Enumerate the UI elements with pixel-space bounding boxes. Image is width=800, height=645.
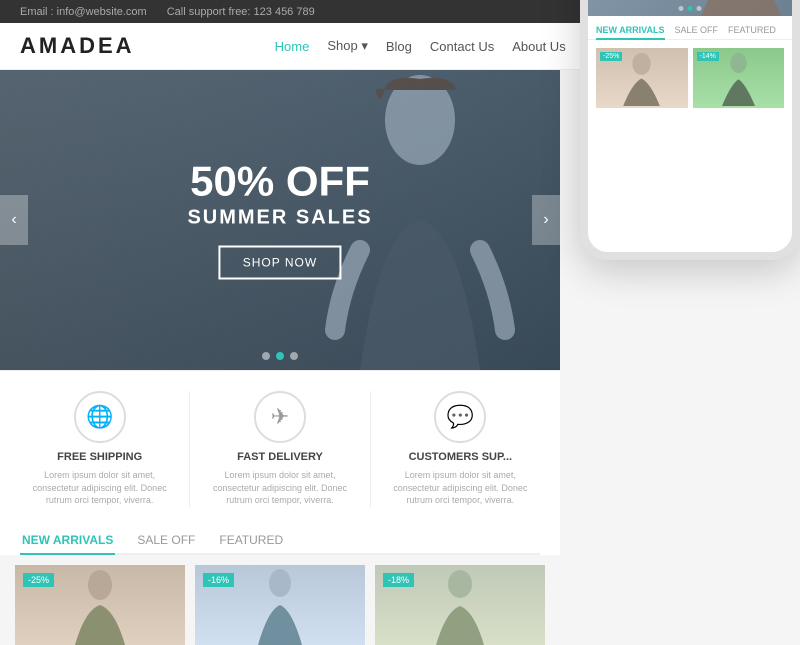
phone-tab-featured[interactable]: FEATURED — [728, 22, 776, 40]
feature-support: 💬 CUSTOMERS SUP... Lorem ipsum dolor sit… — [371, 391, 550, 507]
product-card-3[interactable]: -18% — [375, 565, 545, 645]
phone-product-badge-2: -14% — [697, 52, 719, 61]
phone-hero-dot-3[interactable] — [697, 6, 702, 11]
shipping-icon: 🌐 — [74, 391, 126, 443]
hero-discount: 50% OFF — [187, 161, 372, 203]
phone-figure-2 — [711, 51, 766, 106]
hero-subtitle: SUMMER SALES — [187, 207, 372, 230]
hero-dots — [262, 352, 298, 360]
product-tabs: NEW ARRIVALS SALE OFF FEATURED — [20, 527, 540, 555]
delivery-icon: ✈ — [254, 391, 306, 443]
phone-figure-1 — [614, 51, 669, 106]
tab-featured[interactable]: FEATURED — [217, 527, 285, 555]
hero-shop-now-button[interactable]: SHOP NOW — [219, 246, 341, 280]
nav-contact[interactable]: Contact Us — [430, 39, 494, 54]
tab-sale-off[interactable]: SALE OFF — [135, 527, 197, 555]
site-logo: AMADEA — [20, 33, 135, 59]
product-figure-2 — [240, 565, 320, 645]
product-badge-1: -25% — [23, 573, 54, 587]
product-card-1[interactable]: -25% — [15, 565, 185, 645]
nav-blog[interactable]: Blog — [386, 39, 412, 54]
feature-delivery-title: FAST DELIVERY — [200, 451, 359, 463]
product-grid: -25% -16% -18% — [0, 555, 560, 645]
main-nav: Home Shop ▾ Blog Contact Us About Us — [275, 38, 566, 54]
phone-product-tabs: NEW ARRIVALS SALE OFF FEATURED — [588, 16, 792, 40]
phone-product-2[interactable]: -14% — [693, 48, 785, 108]
support-icon: 💬 — [434, 391, 486, 443]
phone-hero: - 50% CLEARANCE SALES MAN'S COLLECTION H… — [588, 0, 792, 16]
hero-dot-3[interactable] — [290, 352, 298, 360]
feature-shipping: 🌐 FREE SHIPPING Lorem ipsum dolor sit am… — [10, 391, 190, 507]
hero-content: 50% OFF SUMMER SALES SHOP NOW — [187, 161, 372, 280]
hero-dot-1[interactable] — [262, 352, 270, 360]
hero-dot-2[interactable] — [276, 352, 284, 360]
phone-hero-dot-2[interactable] — [688, 6, 693, 11]
product-badge-2: -16% — [203, 573, 234, 587]
features-section: 🌐 FREE SHIPPING Lorem ipsum dolor sit am… — [0, 370, 560, 517]
phone-info: Call support free: 123 456 789 — [167, 6, 315, 18]
phone-hero-image — [690, 0, 792, 16]
product-badge-3: -18% — [383, 573, 414, 587]
phone-tab-sale-off[interactable]: SALE OFF — [675, 22, 719, 40]
chevron-down-icon: ▾ — [361, 38, 368, 53]
hero-prev-button[interactable]: ‹ — [0, 195, 28, 245]
feature-support-desc: Lorem ipsum dolor sit amet, consectetur … — [381, 469, 540, 507]
feature-support-title: CUSTOMERS SUP... — [381, 451, 540, 463]
product-figure-1 — [60, 565, 140, 645]
product-figure-3 — [420, 565, 500, 645]
phone-mockup: 🛒 My Checkout 👤 My Account ☰ AMADEA 🛍 0 … — [580, 0, 800, 260]
email-info: Email : info@website.com — [20, 6, 147, 18]
product-tabs-section: NEW ARRIVALS SALE OFF FEATURED — [0, 517, 560, 555]
phone-product-grid: -25% -14% — [588, 40, 792, 116]
feature-delivery-desc: Lorem ipsum dolor sit amet, consectetur … — [200, 469, 359, 507]
phone-hero-dot-1[interactable] — [679, 6, 684, 11]
product-card-2[interactable]: -16% — [195, 565, 365, 645]
phone-hero-dots — [679, 6, 702, 11]
nav-home[interactable]: Home — [275, 39, 310, 54]
nav-shop[interactable]: Shop ▾ — [327, 38, 368, 54]
hero-next-button[interactable]: › — [532, 195, 560, 245]
feature-delivery: ✈ FAST DELIVERY Lorem ipsum dolor sit am… — [190, 391, 370, 507]
top-bar-left: Email : info@website.com Call support fr… — [20, 6, 315, 18]
feature-shipping-desc: Lorem ipsum dolor sit amet, consectetur … — [20, 469, 179, 507]
feature-shipping-title: FREE SHIPPING — [20, 451, 179, 463]
phone-screen: 🛒 My Checkout 👤 My Account ☰ AMADEA 🛍 0 … — [588, 0, 792, 260]
phone-product-badge-1: -25% — [600, 52, 622, 61]
left-section: 50% OFF SUMMER SALES SHOP NOW ‹ › 🌐 FREE… — [0, 70, 560, 645]
nav-about[interactable]: About Us — [512, 39, 565, 54]
hero-section: 50% OFF SUMMER SALES SHOP NOW ‹ › — [0, 70, 560, 370]
main-area: 50% OFF SUMMER SALES SHOP NOW ‹ › 🌐 FREE… — [0, 70, 800, 645]
phone-product-1[interactable]: -25% — [596, 48, 688, 108]
phone-tab-new-arrivals[interactable]: NEW ARRIVALS — [596, 22, 665, 40]
tab-new-arrivals[interactable]: NEW ARRIVALS — [20, 527, 115, 555]
